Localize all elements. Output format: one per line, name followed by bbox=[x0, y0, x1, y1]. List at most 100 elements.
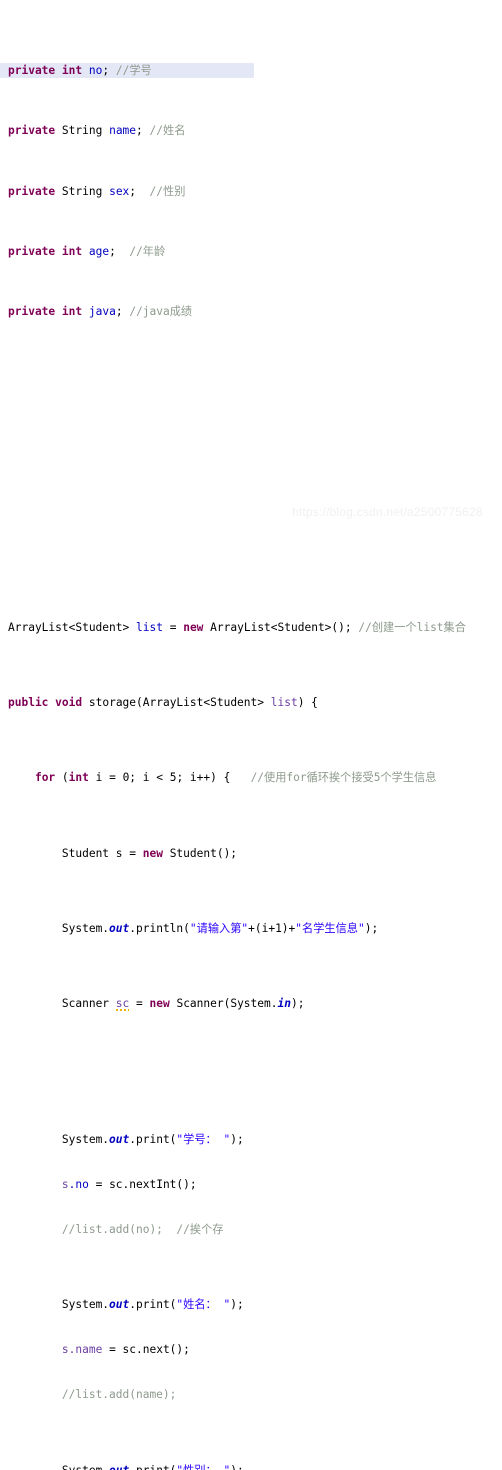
keyword-new: new bbox=[142, 846, 163, 860]
code-line-field-java: private int java; //java成绩 bbox=[0, 304, 502, 319]
keyword-public: public bbox=[8, 696, 49, 710]
semicolon: ; bbox=[115, 304, 123, 318]
commented-code-name: //list.add(name); bbox=[61, 1388, 177, 1402]
concat-index: +(i+1)+ bbox=[248, 921, 296, 935]
type-scanner: Scanner bbox=[61, 997, 110, 1011]
keyword-new: new bbox=[183, 620, 204, 634]
static-out: out bbox=[109, 1298, 130, 1312]
code-line-field-age: private int age; //年龄 bbox=[0, 244, 502, 259]
system-prefix: System. bbox=[61, 921, 110, 935]
var-s: s = bbox=[109, 846, 143, 860]
semicolon: ; bbox=[102, 64, 110, 78]
param-list: list bbox=[270, 696, 298, 710]
field-name-java: java bbox=[88, 304, 116, 318]
keyword-private: private bbox=[8, 184, 56, 198]
system-prefix: System. bbox=[61, 1298, 110, 1312]
static-out: out bbox=[109, 1132, 130, 1146]
equals: = bbox=[169, 620, 177, 634]
comment-sex: //性别 bbox=[149, 184, 186, 198]
type-string: String bbox=[61, 184, 103, 198]
string-prompt-prefix: "请输入第" bbox=[189, 921, 249, 935]
semicolon: ; bbox=[109, 244, 116, 258]
stmt-end: ); bbox=[364, 921, 379, 935]
type-string: String bbox=[61, 124, 103, 138]
comment-extra-no: //挨个存 bbox=[176, 1222, 224, 1236]
type-student: Student bbox=[61, 846, 110, 860]
var-sc: sc bbox=[115, 997, 130, 1012]
print-call: .print( bbox=[129, 1298, 177, 1312]
equals: = bbox=[129, 997, 150, 1011]
code-line-commented-add-no: //list.add(no); //挨个存 bbox=[0, 1222, 502, 1237]
assign-expr: = sc.nextInt(); bbox=[88, 1177, 197, 1191]
code-line-print-no: System.out.print("学号： "); bbox=[0, 1132, 502, 1147]
comment-for-input: //使用for循环挨个接受5个学生信息 bbox=[250, 771, 437, 785]
code-line-commented-add-name: //list.add(name); bbox=[0, 1387, 502, 1402]
scanner-ctor: Scanner(System. bbox=[169, 997, 278, 1011]
code-line-field-name: private String name; //姓名 bbox=[0, 123, 502, 138]
field-name-age: age bbox=[88, 244, 110, 258]
string-label-sex: "性别： " bbox=[176, 1464, 230, 1470]
for-init: i = 0; i < 5; i++) { bbox=[88, 771, 231, 785]
code-line-scanner: Scanner sc = new Scanner(System.in); bbox=[0, 996, 502, 1012]
keyword-int: int bbox=[61, 244, 83, 258]
println-call: .println( bbox=[129, 921, 190, 935]
method-open-brace: ) { bbox=[297, 696, 318, 710]
comment-name: //姓名 bbox=[149, 124, 186, 138]
code-line-assign-no: s.no = sc.nextInt(); bbox=[0, 1177, 502, 1192]
static-out: out bbox=[109, 1464, 129, 1470]
string-prompt-suffix: "名学生信息" bbox=[295, 921, 365, 935]
stmt-end: ); bbox=[230, 1464, 243, 1470]
type-arraylist: ArrayList<Student> bbox=[8, 620, 130, 634]
member-no: .no bbox=[68, 1177, 89, 1191]
stmt-end: ); bbox=[230, 1132, 244, 1146]
member-name: .name bbox=[68, 1343, 103, 1357]
code-line-field-no: private int no; //学号 bbox=[0, 63, 254, 79]
constructor-call: ArrayList<Student>(); bbox=[210, 620, 352, 634]
code-line-assign-name: s.name = sc.next(); bbox=[0, 1342, 502, 1357]
semicolon: ; bbox=[129, 184, 137, 198]
system-prefix: System. bbox=[62, 1464, 109, 1470]
stmt-end: ); bbox=[290, 997, 305, 1011]
keyword-int: int bbox=[61, 64, 83, 78]
keyword-private: private bbox=[8, 64, 56, 78]
keyword-for: for bbox=[34, 771, 56, 785]
comment-no: //学号 bbox=[115, 64, 152, 78]
stmt-end: ); bbox=[230, 1298, 244, 1312]
commented-code-no: //list.add(no); bbox=[61, 1222, 163, 1236]
comment-age: //年龄 bbox=[129, 244, 166, 258]
keyword-new: new bbox=[149, 997, 170, 1011]
comment-create-list: //创建一个list集合 bbox=[358, 620, 466, 634]
paren-open: ( bbox=[61, 771, 69, 785]
keyword-private: private bbox=[8, 124, 56, 138]
code-line-prompt-println: System.out.println("请输入第"+(i+1)+"名学生信息")… bbox=[0, 921, 502, 936]
assign-expr: = sc.next(); bbox=[102, 1343, 190, 1357]
method-signature: storage(ArrayList<Student> bbox=[88, 696, 271, 710]
semicolon: ; bbox=[136, 124, 143, 138]
print-call: .print( bbox=[129, 1464, 176, 1470]
string-label-name: "姓名： " bbox=[176, 1298, 231, 1312]
static-out: out bbox=[109, 921, 130, 935]
field-name-no: no bbox=[88, 64, 103, 78]
code-block: private int no; //学号 private String name… bbox=[0, 0, 502, 1470]
code-line-print-name: System.out.print("姓名： "); bbox=[0, 1297, 502, 1312]
student-ctor: Student(); bbox=[162, 846, 238, 860]
string-label-no: "学号： " bbox=[176, 1132, 231, 1146]
keyword-void: void bbox=[55, 696, 83, 710]
code-editor[interactable]: https://blog.csdn.net/a2500775628 privat… bbox=[0, 0, 502, 1470]
code-line-list-declaration: ArrayList<Student> list = new ArrayList<… bbox=[0, 620, 502, 635]
keyword-int: int bbox=[68, 771, 89, 785]
system-prefix: System. bbox=[61, 1132, 110, 1146]
code-line-field-sex: private String sex; //性别 bbox=[0, 184, 502, 199]
code-line-new-student: Student s = new Student(); bbox=[0, 846, 502, 861]
field-name-name: name bbox=[109, 124, 137, 138]
keyword-int: int bbox=[61, 304, 83, 318]
obj-s: s bbox=[61, 1343, 69, 1357]
obj-s: s bbox=[61, 1177, 69, 1191]
field-name-sex: sex bbox=[109, 184, 130, 198]
print-call: .print( bbox=[129, 1132, 177, 1146]
